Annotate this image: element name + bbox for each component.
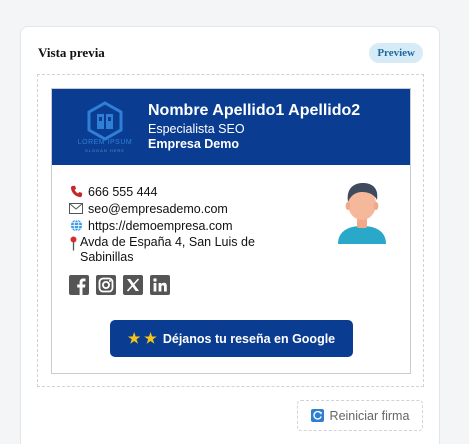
- signature-header: LOREM IPSUM SLOGAN HERE Nombre Apellido1…: [52, 89, 410, 165]
- refresh-icon: [310, 409, 324, 422]
- reset-signature-button[interactable]: Reiniciar firma: [297, 400, 423, 431]
- signature-role: Especialista SEO: [148, 122, 245, 136]
- review-button-label: Déjanos tu reseña en Google: [162, 331, 336, 346]
- globe-icon: [69, 219, 83, 233]
- website-row: https://demoempresa.com: [69, 217, 289, 234]
- preview-badge: Preview: [369, 43, 423, 63]
- linkedin-icon[interactable]: [150, 275, 170, 295]
- address-text: Avda de España 4, San Luis de Sabinillas: [80, 235, 255, 264]
- google-review-button[interactable]: ★ ★ Déjanos tu reseña en Google: [110, 320, 353, 357]
- social-links: [69, 275, 170, 295]
- envelope-icon: [69, 202, 83, 216]
- facebook-icon[interactable]: [69, 275, 89, 295]
- panel-title: Vista previa: [38, 45, 105, 60]
- email-signature: LOREM IPSUM SLOGAN HERE Nombre Apellido1…: [51, 88, 411, 374]
- company-logo: LOREM IPSUM SLOGAN HERE: [70, 101, 140, 157]
- website-link[interactable]: https://demoempresa.com: [88, 219, 233, 233]
- star-icon: ★ ★: [127, 330, 157, 346]
- phone-row: 666 555 444: [69, 183, 289, 200]
- contact-list: 666 555 444 seo@empresademo.com https://…: [69, 183, 289, 265]
- logo-mark-icon: [87, 101, 123, 141]
- logo-text: LOREM IPSUM: [77, 139, 133, 146]
- signature-name: Nombre Apellido1 Apellido2: [148, 102, 361, 119]
- reset-button-label: Reiniciar firma: [329, 408, 410, 423]
- logo-slogan: SLOGAN HERE: [85, 148, 125, 153]
- signature-preview-container: LOREM IPSUM SLOGAN HERE Nombre Apellido1…: [37, 74, 424, 387]
- signature-company: Empresa Demo: [148, 137, 240, 151]
- avatar: [332, 180, 392, 244]
- x-icon[interactable]: [123, 275, 143, 295]
- preview-card: Vista previa Preview LOREM IPSUM SLOGAN …: [20, 26, 440, 444]
- address-row: Avda de España 4, San Luis de Sabinillas: [69, 234, 289, 265]
- pushpin-icon: [69, 236, 77, 250]
- phone-text: 666 555 444: [88, 184, 158, 199]
- email-row: seo@empresademo.com: [69, 200, 289, 217]
- phone-icon: [69, 185, 83, 199]
- instagram-icon[interactable]: [96, 275, 116, 295]
- email-link[interactable]: seo@empresademo.com: [88, 202, 228, 216]
